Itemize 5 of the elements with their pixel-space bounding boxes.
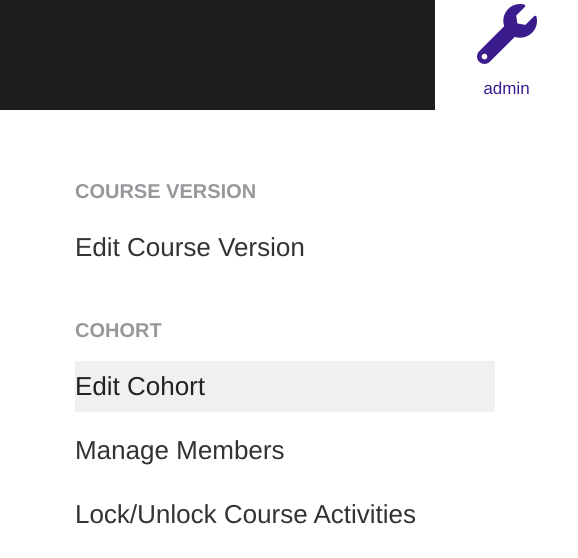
section-heading: COHORT xyxy=(75,319,162,343)
menu-item[interactable]: Edit Cohort xyxy=(75,361,495,412)
section-heading: COURSE VERSION xyxy=(75,180,256,204)
wrench-icon[interactable] xyxy=(476,4,536,64)
user-link[interactable]: admin xyxy=(483,76,530,102)
